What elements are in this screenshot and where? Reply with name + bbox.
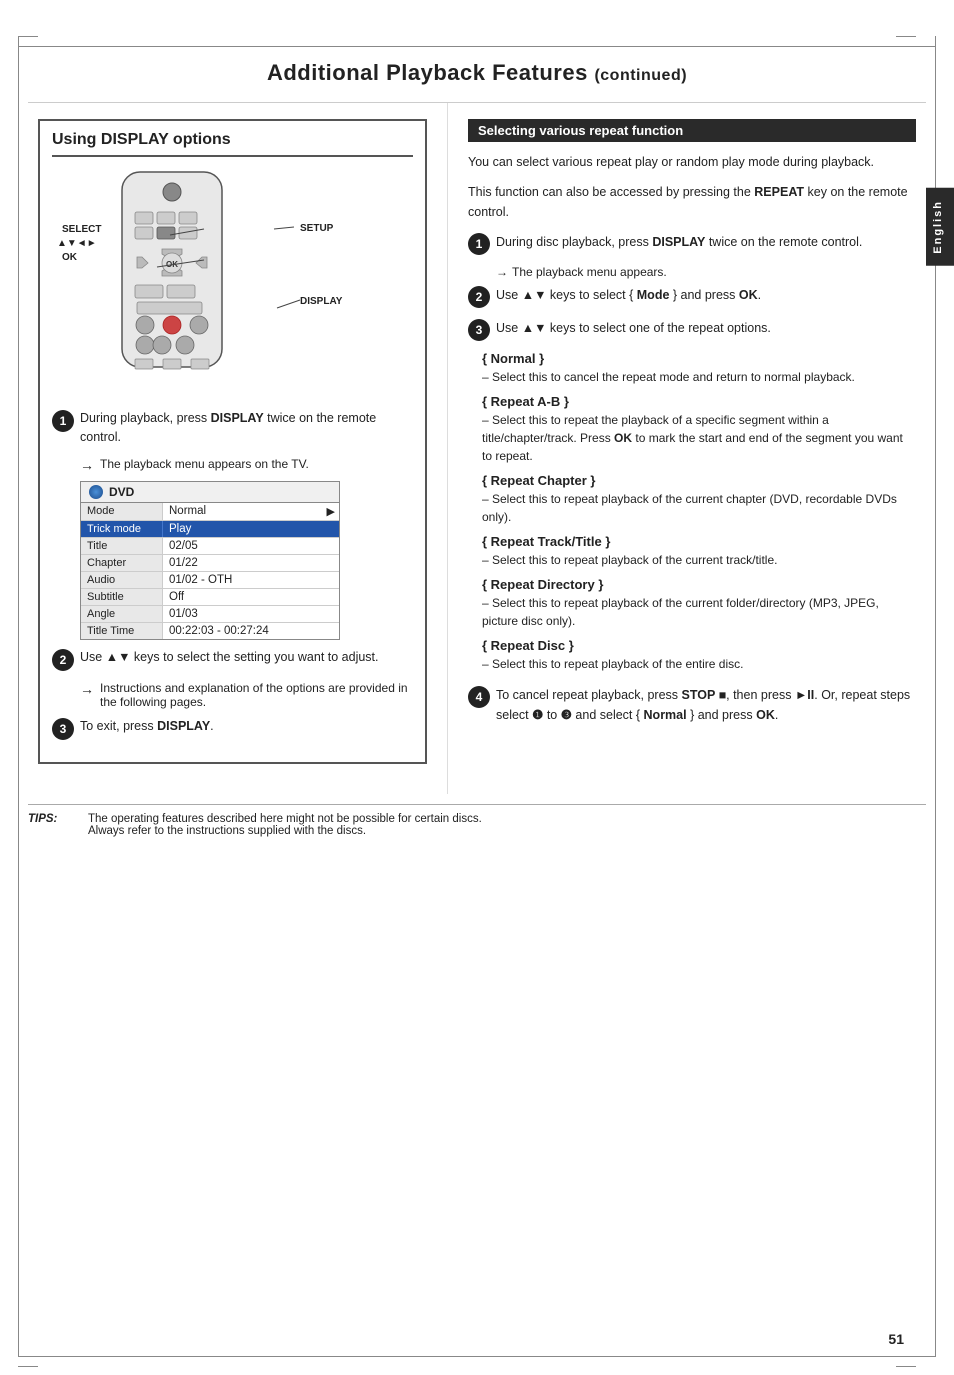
step-2-note: → Instructions and explanation of the op…: [80, 681, 413, 709]
right-step-2: 2 Use ▲▼ keys to select { Mode } and pre…: [468, 285, 916, 308]
right-step-3: 3 Use ▲▼ keys to select one of the repea…: [468, 318, 916, 341]
option-repeat-ab: { Repeat A-B } – Select this to repeat t…: [482, 394, 916, 465]
section-title: Using DISPLAY options: [52, 131, 413, 157]
right-column: Selecting various repeat function You ca…: [448, 103, 926, 794]
option-repeat-chapter: { Repeat Chapter } – Select this to repe…: [482, 473, 916, 526]
right-step-2-text: Use ▲▼ keys to select { Mode } and press…: [496, 285, 761, 305]
tips-label: TIPS:: [28, 813, 78, 837]
right-step-num-4: 4: [468, 686, 490, 708]
right-step-3-text: Use ▲▼ keys to select one of the repeat …: [496, 318, 771, 338]
right-step-4: 4 To cancel repeat playback, press STOP …: [468, 685, 916, 725]
dvd-row-mode: Mode Normal ▶: [81, 503, 339, 521]
right-step-num-3: 3: [468, 319, 490, 341]
svg-text:▲▼◄►: ▲▼◄►: [57, 238, 97, 249]
right-section-header: Selecting various repeat function: [468, 119, 916, 142]
intro-text-2: This function can also be accessed by pr…: [468, 182, 916, 222]
left-step-3: 3 To exit, press DISPLAY.: [52, 717, 413, 740]
page-title: Additional Playback Features (continued): [58, 60, 896, 86]
dvd-row-title: Title 02/05: [81, 538, 339, 555]
svg-text:DISPLAY: DISPLAY: [300, 296, 343, 307]
intro-text-1: You can select various repeat play or ra…: [468, 152, 916, 172]
left-step-1: 1 During playback, press DISPLAY twice o…: [52, 409, 413, 447]
dvd-row-titletime: Title Time 00:22:03 - 00:27:24: [81, 623, 339, 639]
right-step-1: 1 During disc playback, press DISPLAY tw…: [468, 232, 916, 255]
option-repeat-track: { Repeat Track/Title } – Select this to …: [482, 534, 916, 569]
dvd-row-trick: Trick mode Play: [81, 521, 339, 538]
svg-text:SETUP: SETUP: [300, 223, 334, 234]
step-number-1: 1: [52, 410, 74, 432]
right-step-num-1: 1: [468, 233, 490, 255]
dvd-menu-table: DVD Mode Normal ▶ Trick mode Play Title …: [80, 481, 340, 640]
step-number-3: 3: [52, 718, 74, 740]
dvd-row-angle: Angle 01/03: [81, 606, 339, 623]
left-step-2: 2 Use ▲▼ keys to select the setting you …: [52, 648, 413, 671]
repeat-options-list: { Normal } – Select this to cancel the r…: [482, 351, 916, 673]
page-header: Additional Playback Features (continued): [28, 28, 926, 103]
dvd-row-subtitle: Subtitle Off: [81, 589, 339, 606]
svg-text:SELECT: SELECT: [62, 224, 101, 235]
right-step-1-text: During disc playback, press DISPLAY twic…: [496, 232, 862, 252]
tips-text: The operating features described here mi…: [88, 813, 482, 837]
svg-text:OK: OK: [62, 252, 78, 263]
dvd-row-chapter: Chapter 01/22: [81, 555, 339, 572]
dvd-row-audio: Audio 01/02 - OTH: [81, 572, 339, 589]
dvd-icon: [89, 485, 103, 499]
right-step-4-text: To cancel repeat playback, press STOP ■,…: [496, 685, 916, 725]
step-3-text: To exit, press DISPLAY.: [80, 717, 214, 736]
left-column: Using DISPLAY options: [28, 103, 448, 794]
option-repeat-directory: { Repeat Directory } – Select this to re…: [482, 577, 916, 630]
right-step-num-2: 2: [468, 286, 490, 308]
language-tab: English: [926, 188, 954, 266]
remote-labels-svg: SELECT ▲▼◄► OK SETUP DISPLAY: [52, 167, 413, 397]
step-number-2: 2: [52, 649, 74, 671]
step-1-note: → The playback menu appears on the TV.: [80, 457, 413, 473]
step-2-text: Use ▲▼ keys to select the setting you wa…: [80, 648, 379, 667]
option-normal: { Normal } – Select this to cancel the r…: [482, 351, 916, 386]
display-options-section: Using DISPLAY options: [38, 119, 427, 764]
step-1-text: During playback, press DISPLAY twice on …: [80, 409, 413, 447]
right-step-1-note: →The playback menu appears.: [496, 265, 916, 279]
remote-illustration: OK: [52, 167, 413, 397]
tips-bar: TIPS: The operating features described h…: [28, 804, 926, 837]
page-number: 51: [888, 1331, 904, 1347]
option-repeat-disc: { Repeat Disc } – Select this to repeat …: [482, 638, 916, 673]
dvd-menu-header: DVD: [81, 482, 339, 503]
